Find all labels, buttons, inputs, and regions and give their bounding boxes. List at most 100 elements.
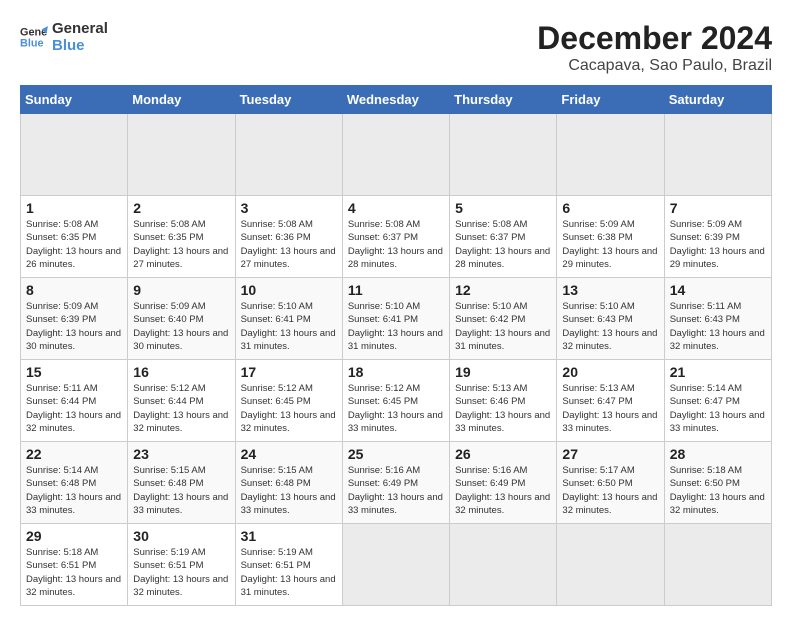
day-info: Sunrise: 5:16 AMSunset: 6:49 PMDaylight:… [455,464,551,517]
logo-icon: General Blue [20,23,48,51]
calendar-cell: 7Sunrise: 5:09 AMSunset: 6:39 PMDaylight… [664,196,771,278]
day-number: 20 [562,364,658,380]
calendar-cell: 17Sunrise: 5:12 AMSunset: 6:45 PMDayligh… [235,360,342,442]
calendar-week-row: 1Sunrise: 5:08 AMSunset: 6:35 PMDaylight… [21,196,772,278]
calendar-cell: 19Sunrise: 5:13 AMSunset: 6:46 PMDayligh… [450,360,557,442]
day-info: Sunrise: 5:10 AMSunset: 6:41 PMDaylight:… [241,300,337,353]
day-info: Sunrise: 5:17 AMSunset: 6:50 PMDaylight:… [562,464,658,517]
column-header-sunday: Sunday [21,86,128,114]
calendar-cell: 20 Sunrise: 5:13 AMSunset: 6:47 PMDayligh… [557,360,664,442]
day-number: 11 [348,282,444,298]
day-info: Sunrise: 5:18 AMSunset: 6:50 PMDaylight:… [670,464,766,517]
day-info: Sunrise: 5:12 AMSunset: 6:45 PMDaylight:… [241,382,337,435]
day-info: Sunrise: 5:12 AMSunset: 6:45 PMDaylight:… [348,382,444,435]
day-info: Sunrise: 5:19 AMSunset: 6:51 PMDaylight:… [241,546,337,599]
day-number: 23 [133,446,229,462]
day-info: Sunrise: 5:19 AMSunset: 6:51 PMDaylight:… [133,546,229,599]
day-info: Sunrise: 5:10 AMSunset: 6:42 PMDaylight:… [455,300,551,353]
day-number: 28 [670,446,766,462]
calendar-cell: 31 Sunrise: 5:19 AMSunset: 6:51 PMDayligh… [235,524,342,606]
day-number: 5 [455,200,551,216]
day-info: Sunrise: 5:09 AMSunset: 6:38 PMDaylight:… [562,218,658,271]
column-header-wednesday: Wednesday [342,86,449,114]
calendar-cell [450,524,557,606]
day-number: 31 [241,528,337,544]
calendar-cell [664,524,771,606]
day-info: Sunrise: 5:09 AMSunset: 6:40 PMDaylight:… [133,300,229,353]
calendar-cell: 10 Sunrise: 5:10 AMSunset: 6:41 PMDayligh… [235,278,342,360]
calendar-cell [664,114,771,196]
calendar-cell: 26 Sunrise: 5:16 AMSunset: 6:49 PMDayligh… [450,442,557,524]
day-number: 24 [241,446,337,462]
month-title: December 2024 [537,20,772,57]
calendar-cell: 15Sunrise: 5:11 AMSunset: 6:44 PMDayligh… [21,360,128,442]
day-info: Sunrise: 5:16 AMSunset: 6:49 PMDaylight:… [348,464,444,517]
column-header-monday: Monday [128,86,235,114]
calendar-week-row: 15Sunrise: 5:11 AMSunset: 6:44 PMDayligh… [21,360,772,442]
day-info: Sunrise: 5:08 AMSunset: 6:37 PMDaylight:… [455,218,551,271]
calendar-cell: 4 Sunrise: 5:08 AMSunset: 6:37 PMDaylight… [342,196,449,278]
calendar-cell: 21Sunrise: 5:14 AMSunset: 6:47 PMDayligh… [664,360,771,442]
location: Cacapava, Sao Paulo, Brazil [537,57,772,75]
calendar-cell: 12Sunrise: 5:10 AMSunset: 6:42 PMDayligh… [450,278,557,360]
day-number: 3 [241,200,337,216]
day-number: 9 [133,282,229,298]
logo: General Blue GeneralBlue [20,20,108,55]
day-info: Sunrise: 5:09 AMSunset: 6:39 PMDaylight:… [670,218,766,271]
column-header-thursday: Thursday [450,86,557,114]
calendar-cell [128,114,235,196]
day-info: Sunrise: 5:08 AMSunset: 6:35 PMDaylight:… [26,218,122,271]
calendar-cell [342,114,449,196]
day-number: 25 [348,446,444,462]
calendar-week-row: 22 Sunrise: 5:14 AMSunset: 6:48 PMDayligh… [21,442,772,524]
day-number: 6 [562,200,658,216]
calendar-cell: 14 Sunrise: 5:11 AMSunset: 6:43 PMDayligh… [664,278,771,360]
calendar-cell: 22 Sunrise: 5:14 AMSunset: 6:48 PMDayligh… [21,442,128,524]
day-number: 8 [26,282,122,298]
calendar-cell: 28 Sunrise: 5:18 AMSunset: 6:50 PMDayligh… [664,442,771,524]
day-info: Sunrise: 5:10 AMSunset: 6:43 PMDaylight:… [562,300,658,353]
day-number: 14 [670,282,766,298]
column-header-tuesday: Tuesday [235,86,342,114]
calendar-cell: 2Sunrise: 5:08 AMSunset: 6:35 PMDaylight… [128,196,235,278]
day-number: 22 [26,446,122,462]
day-info: Sunrise: 5:08 AMSunset: 6:35 PMDaylight:… [133,218,229,271]
page-header: General Blue GeneralBlue December 2024 C… [20,20,772,75]
day-info: Sunrise: 5:12 AMSunset: 6:44 PMDaylight:… [133,382,229,435]
day-number: 4 [348,200,444,216]
column-header-friday: Friday [557,86,664,114]
calendar-header-row: SundayMondayTuesdayWednesdayThursdayFrid… [21,86,772,114]
day-number: 26 [455,446,551,462]
calendar-cell [557,524,664,606]
column-header-saturday: Saturday [664,86,771,114]
day-info: Sunrise: 5:14 AMSunset: 6:48 PMDaylight:… [26,464,122,517]
day-number: 30 [133,528,229,544]
day-number: 27 [562,446,658,462]
calendar-cell: 8Sunrise: 5:09 AMSunset: 6:39 PMDaylight… [21,278,128,360]
calendar-cell [342,524,449,606]
calendar-cell: 3Sunrise: 5:08 AMSunset: 6:36 PMDaylight… [235,196,342,278]
calendar-week-row: 8Sunrise: 5:09 AMSunset: 6:39 PMDaylight… [21,278,772,360]
day-info: Sunrise: 5:08 AMSunset: 6:37 PMDaylight:… [348,218,444,271]
calendar-cell: 11 Sunrise: 5:10 AMSunset: 6:41 PMDayligh… [342,278,449,360]
calendar-cell [21,114,128,196]
day-info: Sunrise: 5:14 AMSunset: 6:47 PMDaylight:… [670,382,766,435]
day-number: 29 [26,528,122,544]
day-info: Sunrise: 5:13 AMSunset: 6:47 PMDaylight:… [562,382,658,435]
day-info: Sunrise: 5:18 AMSunset: 6:51 PMDaylight:… [26,546,122,599]
day-number: 10 [241,282,337,298]
calendar-cell: 5 Sunrise: 5:08 AMSunset: 6:37 PMDaylight… [450,196,557,278]
calendar-cell: 25 Sunrise: 5:16 AMSunset: 6:49 PMDayligh… [342,442,449,524]
calendar-cell: 13 Sunrise: 5:10 AMSunset: 6:43 PMDayligh… [557,278,664,360]
day-info: Sunrise: 5:11 AMSunset: 6:43 PMDaylight:… [670,300,766,353]
day-number: 16 [133,364,229,380]
calendar-cell: 29 Sunrise: 5:18 AMSunset: 6:51 PMDayligh… [21,524,128,606]
calendar-table: SundayMondayTuesdayWednesdayThursdayFrid… [20,85,772,606]
day-number: 18 [348,364,444,380]
svg-text:Blue: Blue [20,38,44,50]
calendar-cell: 1Sunrise: 5:08 AMSunset: 6:35 PMDaylight… [21,196,128,278]
day-info: Sunrise: 5:10 AMSunset: 6:41 PMDaylight:… [348,300,444,353]
calendar-cell: 23Sunrise: 5:15 AMSunset: 6:48 PMDayligh… [128,442,235,524]
calendar-cell [557,114,664,196]
day-number: 13 [562,282,658,298]
